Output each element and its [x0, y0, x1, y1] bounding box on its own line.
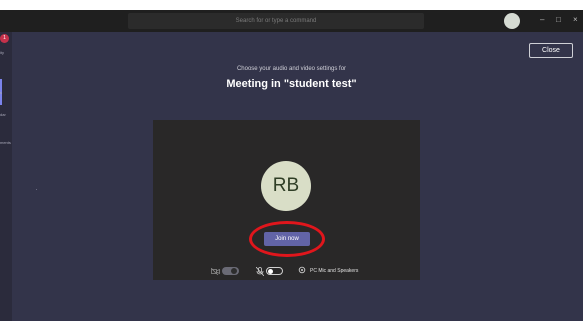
mic-toggle-knob	[268, 269, 273, 274]
gear-icon[interactable]	[298, 266, 306, 276]
camera-off-icon	[210, 267, 220, 277]
app-rail: 1 ity s dar ments	[0, 32, 12, 321]
device-controls: PC Mic and Speakers	[153, 266, 420, 278]
rail-item-teams[interactable]: s	[0, 90, 12, 95]
mic-toggle[interactable]	[266, 267, 283, 275]
search-input[interactable]: Search for or type a command	[128, 13, 424, 29]
page-frame: Search for or type a command – □ × 1 ity…	[0, 0, 583, 321]
close-button[interactable]: Close	[529, 43, 573, 58]
settings-subtitle: Choose your audio and video settings for	[236, 66, 347, 72]
title-bar: Search for or type a command – □ ×	[0, 10, 583, 32]
maximize-button[interactable]: □	[556, 14, 561, 26]
camera-toggle-knob	[231, 268, 237, 274]
notification-badge: 1	[0, 34, 9, 43]
preview-avatar: RB	[261, 161, 311, 211]
rail-item-assignments[interactable]: ments	[0, 140, 12, 145]
window-close-button[interactable]: ×	[573, 14, 578, 26]
teams-window: Search for or type a command – □ × 1 ity…	[0, 10, 583, 321]
rail-item-activity[interactable]: ity	[0, 50, 12, 55]
video-preview: RB Join now PC Mic and Speakers	[153, 120, 420, 280]
camera-toggle[interactable]	[222, 267, 239, 275]
annotation-circle	[249, 221, 325, 257]
audio-device-label[interactable]: PC Mic and Speakers	[310, 268, 358, 274]
user-avatar[interactable]	[504, 13, 520, 29]
minimize-button[interactable]: –	[540, 14, 544, 26]
rail-item-calendar[interactable]: dar	[0, 112, 12, 117]
mic-off-icon	[255, 266, 265, 278]
meeting-title: Meeting in "student test"	[226, 78, 357, 90]
background-dot	[36, 189, 37, 190]
